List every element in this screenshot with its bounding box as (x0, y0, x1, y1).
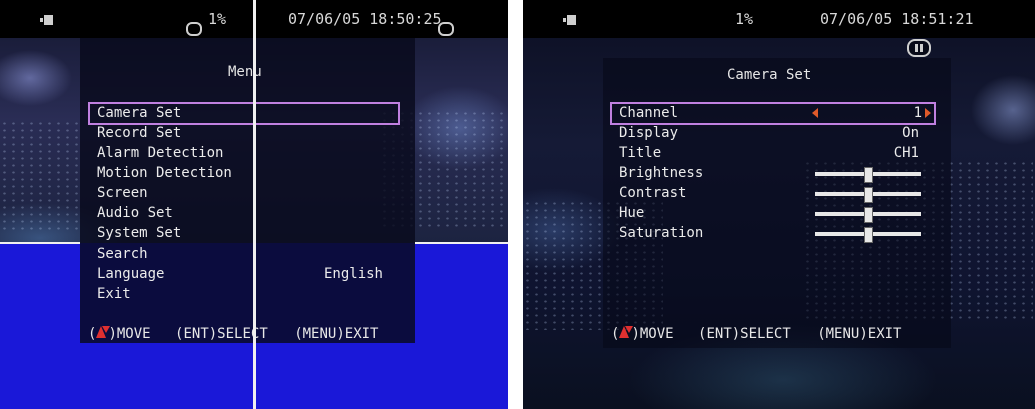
recording-icon (563, 15, 576, 25)
split-horizontal-line-right (415, 242, 508, 244)
menu-item-audio-set[interactable]: Audio Set (97, 204, 397, 223)
menu-title: Menu (228, 64, 262, 80)
title-value: CH1 (893, 145, 919, 161)
hue-slider[interactable] (815, 207, 921, 223)
arrow-left-icon[interactable] (812, 108, 818, 118)
datetime: 07/06/05 18:51:21 (820, 10, 974, 28)
menu-item-exit[interactable]: Exit (97, 285, 397, 304)
recording-icon (40, 15, 53, 25)
brightness-slider[interactable] (815, 167, 921, 183)
crowd-lights-left (0, 120, 80, 230)
arrow-right-icon[interactable] (925, 108, 931, 118)
menu-footer-hints: ()MOVE (ENT)SELECT (MENU)EXIT (611, 326, 902, 342)
contrast-slider-thumb[interactable] (864, 187, 873, 203)
menu-item-motion-detection[interactable]: Motion Detection (97, 164, 397, 183)
language-value: English (323, 266, 383, 282)
split-vertical-line (253, 0, 256, 409)
dvr-screen-camera-set: 1% 07/06/05 18:51:21 Camera Set Channel … (523, 0, 1035, 409)
hue-slider-thumb[interactable] (864, 207, 873, 223)
brightness-slider-thumb[interactable] (864, 167, 873, 183)
datetime: 07/06/05 18:50:25 (288, 10, 442, 28)
menu-title: Camera Set (727, 67, 812, 83)
saturation-slider-thumb[interactable] (864, 227, 873, 243)
display-value: On (902, 125, 919, 141)
setting-channel[interactable]: Channel 1 (610, 102, 936, 125)
menu-item-screen[interactable]: Screen (97, 184, 397, 203)
menu-item-record-set[interactable]: Record Set (97, 124, 397, 143)
playback-icon (438, 22, 454, 36)
pause-icon (186, 22, 202, 36)
storage-percent: 1% (208, 10, 227, 28)
setting-display[interactable]: Display On (619, 124, 925, 143)
channel-value: 1 (913, 105, 922, 121)
setting-title[interactable]: Title CH1 (619, 144, 925, 163)
menu-item-language[interactable]: Language English (97, 265, 389, 284)
menu-item-system-set[interactable]: System Set (97, 224, 397, 243)
nav-arrows-icon (96, 326, 111, 340)
storage-percent: 1% (735, 10, 754, 28)
contrast-slider[interactable] (815, 187, 921, 203)
pause-icon (907, 39, 931, 57)
menu-item-camera-set[interactable]: Camera Set (88, 102, 400, 125)
split-horizontal-line-left (0, 242, 80, 244)
nav-arrows-icon (619, 326, 634, 340)
menu-item-search[interactable]: Search (97, 245, 397, 264)
menu-item-alarm-detection[interactable]: Alarm Detection (97, 144, 397, 163)
menu-footer-hints: ()MOVE (ENT)SELECT (MENU)EXIT (88, 326, 379, 342)
saturation-slider[interactable] (815, 227, 921, 243)
dvr-screen-main-menu: 1% 07/06/05 18:50:25 Menu Camera Set Rec… (0, 0, 508, 409)
